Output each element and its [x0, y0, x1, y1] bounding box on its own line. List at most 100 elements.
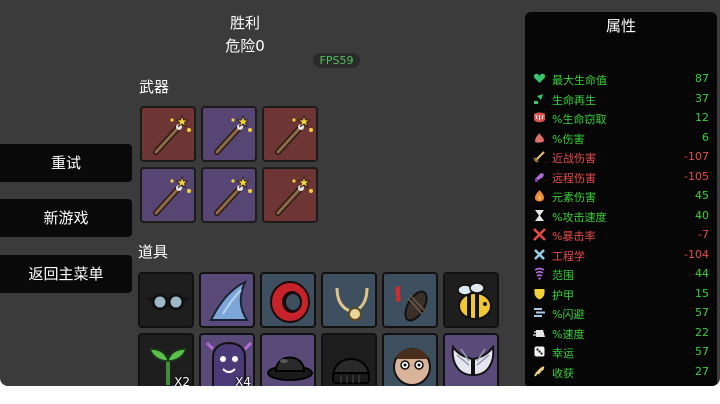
damage-icon — [533, 131, 546, 144]
speed-icon — [533, 326, 546, 339]
item-slot[interactable] — [443, 333, 499, 386]
weapon-slot[interactable] — [201, 167, 257, 223]
stat-value: 57 — [695, 306, 709, 319]
stat-row: 范围 44 — [525, 265, 717, 284]
stat-value: 12 — [695, 111, 709, 124]
stat-label: %伤害 — [552, 132, 585, 146]
dodge-icon — [533, 306, 546, 319]
stats-title: 属性 — [605, 17, 636, 35]
retry-button[interactable]: 重试 — [0, 144, 132, 182]
magic-wand-icon — [214, 175, 252, 216]
item-slot[interactable] — [138, 272, 194, 328]
item-slot[interactable] — [382, 333, 438, 386]
item-quantity: X2 — [174, 375, 190, 386]
stat-row: 远程伤害 -105 — [525, 168, 717, 187]
melee-icon — [533, 150, 546, 163]
item-slot[interactable] — [260, 333, 316, 386]
engineering-icon — [533, 248, 546, 261]
stat-row: %生命窃取 12 — [525, 109, 717, 128]
item-slot[interactable] — [321, 272, 377, 328]
fps-counter: FPS59 — [313, 53, 360, 68]
stat-value: 45 — [695, 189, 709, 202]
stat-label: 护甲 — [552, 288, 574, 302]
face-icon — [393, 348, 431, 386]
glasses-icon — [147, 293, 189, 311]
stat-label: 最大生命值 — [552, 74, 607, 87]
stat-label: %生命窃取 — [552, 113, 607, 126]
weapon-slot[interactable] — [262, 167, 318, 223]
beanie-icon — [331, 358, 371, 384]
stat-label: 远程伤害 — [552, 171, 596, 185]
weapon-slot[interactable] — [262, 106, 318, 162]
weapon-slot[interactable] — [201, 106, 257, 162]
stat-value: -105 — [684, 169, 709, 183]
stat-value: 57 — [695, 345, 709, 358]
magic-wand-icon — [153, 114, 191, 155]
stat-value: 27 — [695, 364, 709, 378]
bee-icon — [457, 282, 492, 320]
magic-wand-icon — [153, 175, 191, 216]
range-icon — [533, 267, 546, 280]
stats-panel: 属性 最大生命值 87 生命再生 37 %生命窃取 12 %伤害 6 近战伤害 … — [525, 12, 717, 386]
stat-row: %攻击速度 40 — [525, 207, 717, 226]
stat-label: 范围 — [552, 269, 574, 282]
stat-label: 生命再生 — [552, 93, 596, 107]
stat-value: 15 — [695, 286, 709, 300]
stat-row: 工程学 -104 — [525, 246, 717, 265]
stat-value: 6 — [702, 130, 709, 144]
danger-level: 危险0 — [225, 37, 265, 55]
stat-label: %闪避 — [552, 308, 585, 321]
items-label: 道具 — [138, 243, 169, 261]
stat-value: 87 — [695, 72, 709, 85]
stat-row: 元素伤害 45 — [525, 187, 717, 206]
stat-row: 收获 27 — [525, 363, 717, 382]
wings-icon — [451, 344, 495, 377]
end-run-screen: 胜利 危险0 FPS59 重试 新游戏 返回主菜单 武器 道具 X2 X4 属性… — [0, 0, 720, 386]
stat-label: %攻击速度 — [552, 210, 607, 224]
regen-icon — [533, 92, 546, 105]
lifesteal-icon — [533, 111, 546, 124]
harvest-icon — [533, 365, 546, 378]
crit-icon — [533, 228, 546, 241]
armor-icon — [533, 287, 546, 300]
item-slot[interactable]: X4 — [199, 333, 255, 386]
stat-row: %速度 22 — [525, 324, 717, 343]
stat-value: 37 — [695, 91, 709, 105]
weapon-slot[interactable] — [140, 106, 196, 162]
stat-value: -7 — [698, 228, 709, 241]
item-slot[interactable] — [443, 272, 499, 328]
stat-row: 近战伤害 -107 — [525, 148, 717, 167]
stat-row: 生命再生 37 — [525, 90, 717, 109]
item-slot[interactable]: X2 — [138, 333, 194, 386]
main-menu-button[interactable]: 返回主菜单 — [0, 255, 132, 293]
stat-label: 近战伤害 — [552, 152, 596, 165]
stat-value: -107 — [684, 150, 709, 163]
stat-label: 元素伤害 — [552, 191, 596, 204]
pendant-icon — [335, 287, 369, 321]
item-slot[interactable] — [321, 333, 377, 386]
heart-icon — [533, 72, 546, 85]
weapon-slot[interactable] — [140, 167, 196, 223]
item-quantity: X4 — [235, 375, 251, 386]
red-ring-icon — [270, 281, 310, 323]
stat-value: 40 — [695, 208, 709, 222]
item-slot[interactable] — [382, 272, 438, 328]
stat-row: 幸运 57 — [525, 343, 717, 362]
item-slot[interactable] — [260, 272, 316, 328]
item-slot[interactable] — [199, 272, 255, 328]
new-game-button[interactable]: 新游戏 — [0, 199, 132, 237]
ranged-icon — [533, 170, 546, 183]
stat-label: 收获 — [552, 366, 574, 380]
result-title: 胜利 — [229, 14, 260, 32]
stat-value: 44 — [695, 267, 709, 280]
stat-row: %暴击率 -7 — [525, 226, 717, 245]
stat-row: %闪避 57 — [525, 304, 717, 323]
stat-label: %速度 — [552, 327, 585, 341]
weapons-label: 武器 — [139, 78, 170, 96]
bowler-hat-icon — [267, 356, 313, 381]
luck-icon — [533, 345, 546, 358]
shark-fin-icon — [209, 279, 249, 321]
stat-label: 幸运 — [552, 347, 574, 360]
magic-wand-icon — [214, 114, 252, 155]
attack-speed-icon — [533, 209, 546, 222]
